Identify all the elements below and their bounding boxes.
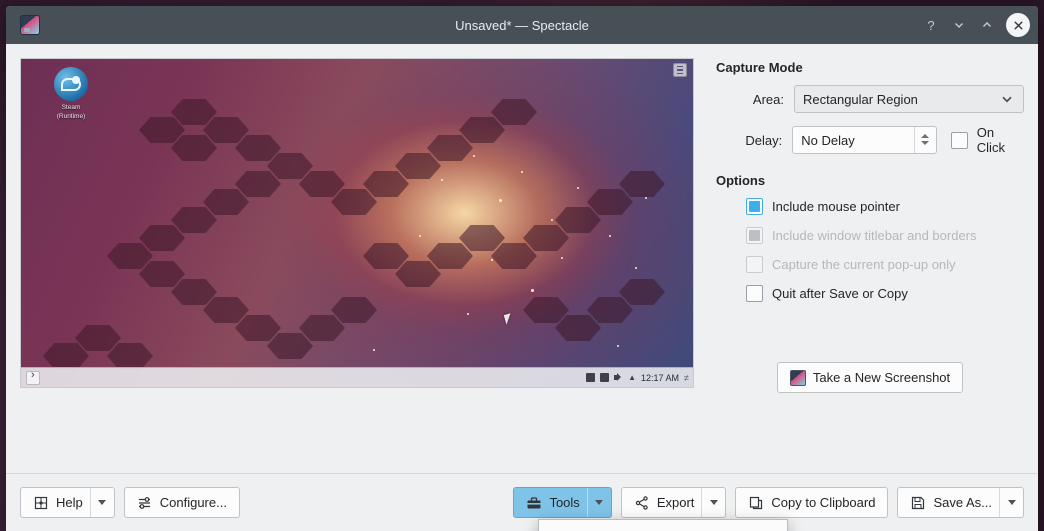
tools-button-label: Tools — [549, 495, 580, 510]
save-icon — [912, 496, 925, 509]
configure-button[interactable]: Configure... — [123, 487, 240, 518]
preview-taskbar: ▲ 12:17 AM ≠ — [21, 367, 693, 387]
preview-system-tray: ▲ 12:17 AM ≠ — [586, 372, 689, 383]
option-row[interactable]: Quit after Save or Copy — [716, 285, 1024, 302]
close-icon[interactable] — [1006, 13, 1030, 37]
on-click-label: On Click — [976, 125, 1005, 155]
export-dropdown-toggle[interactable] — [701, 488, 725, 517]
chevron-down-icon — [1007, 500, 1016, 505]
option-checkbox[interactable] — [746, 198, 763, 215]
help-button-label: Help — [56, 495, 83, 510]
sliders-icon — [138, 496, 150, 509]
stepper-down-icon[interactable] — [921, 141, 930, 146]
bottom-toolbar: Help Configure... Tools Export Copy to C… — [6, 473, 1038, 531]
settings-panel: Capture Mode Area: Rectangular Region De… — [696, 58, 1024, 463]
option-label: Capture the current pop-up only — [772, 257, 956, 272]
tools-dropdown-menu: Open Screenshots FolderPrint...Ctrl+PRec… — [538, 519, 788, 531]
option-label: Quit after Save or Copy — [772, 286, 908, 301]
window-titlebar[interactable]: Unsaved* — Spectacle ? — [6, 6, 1038, 44]
steam-icon — [54, 67, 88, 101]
window-title: Unsaved* — Spectacle — [455, 17, 589, 33]
area-row: Area: Rectangular Region — [716, 85, 1024, 113]
take-new-screenshot-label: Take a New Screenshot — [812, 370, 951, 385]
preview-column: Steam (Runtime) ▲ 12:17 AM — [20, 58, 696, 463]
capture-mode-heading: Capture Mode — [716, 60, 803, 75]
resize-handle-icon: ≠ — [684, 372, 689, 383]
application-launcher-icon — [26, 369, 40, 385]
toolbox-icon — [527, 496, 541, 508]
preview-widget-handle-icon — [673, 63, 687, 77]
delay-label: Delay: — [745, 132, 783, 148]
minimize-icon[interactable] — [946, 12, 972, 38]
maximize-icon[interactable] — [974, 12, 1000, 38]
volume-icon — [614, 373, 623, 382]
delay-stepper[interactable] — [913, 127, 936, 153]
menu-item[interactable]: Open Screenshots Folder — [539, 525, 787, 531]
save-as-label: Save As... — [933, 495, 992, 510]
help-icon[interactable]: ? — [918, 12, 944, 38]
spectacle-icon — [20, 15, 40, 35]
copy-to-clipboard-label: Copy to Clipboard — [771, 495, 876, 510]
tools-button[interactable]: Tools — [513, 487, 612, 518]
desktop-icon-label-line1: Steam — [61, 104, 81, 111]
clipboard-icon — [586, 373, 596, 382]
export-button[interactable]: Export — [620, 487, 727, 518]
share-icon — [635, 495, 648, 510]
tray-expand-icon: ▲ — [628, 373, 637, 382]
stepper-up-icon[interactable] — [921, 134, 930, 139]
window-content: Steam (Runtime) ▲ 12:17 AM — [6, 44, 1038, 463]
configure-button-label: Configure... — [159, 495, 227, 510]
options-heading: Options — [716, 173, 766, 188]
take-screenshot-row: Take a New Screenshot — [716, 362, 1024, 393]
area-label: Area: — [752, 91, 784, 107]
help-button[interactable]: Help — [20, 487, 115, 518]
option-row: Include window titlebar and borders — [716, 227, 1024, 244]
option-row: Capture the current pop-up only — [716, 256, 1024, 273]
copy-icon — [750, 496, 763, 509]
option-checkbox — [746, 256, 763, 273]
calendar-icon — [600, 373, 610, 382]
desktop-icon-label-line2: (Runtime) — [56, 112, 86, 120]
spectacle-window: Unsaved* — Spectacle ? Steam (Runtime) ›… — [6, 6, 1038, 531]
option-checkbox[interactable] — [746, 285, 763, 302]
chevron-down-icon — [595, 500, 604, 505]
on-click-checkbox[interactable] — [950, 131, 968, 149]
options-list: Include mouse pointer Include window titl… — [716, 198, 1024, 302]
copy-to-clipboard-button[interactable]: Copy to Clipboard — [735, 487, 889, 518]
window-controls: ? — [918, 12, 1030, 38]
help-book-icon — [34, 496, 48, 509]
export-button-label: Export — [656, 495, 695, 510]
tools-dropdown-toggle[interactable] — [586, 488, 611, 517]
screenshot-preview[interactable]: Steam (Runtime) ▲ 12:17 AM — [20, 58, 694, 388]
chevron-down-icon — [98, 500, 107, 505]
option-label: Include mouse pointer — [772, 199, 900, 214]
taskbar-clock: 12:17 AM — [641, 372, 680, 383]
take-new-screenshot-button[interactable]: Take a New Screenshot — [776, 362, 964, 393]
help-dropdown-toggle[interactable] — [89, 488, 114, 517]
option-label: Include window titlebar and borders — [772, 228, 977, 243]
delay-row: Delay: No Delay On Click — [716, 125, 1024, 155]
area-select[interactable]: Rectangular Region — [794, 85, 1024, 113]
delay-spinbox[interactable]: No Delay — [792, 126, 937, 154]
delay-value: No Delay — [801, 132, 855, 148]
save-as-dropdown-toggle[interactable] — [999, 488, 1023, 517]
save-as-button[interactable]: Save As... — [897, 487, 1024, 518]
option-checkbox — [746, 227, 763, 244]
option-row[interactable]: Include mouse pointer — [716, 198, 1024, 215]
spectacle-icon — [789, 369, 806, 386]
preview-desktop-icon-steam: Steam (Runtime) — [39, 67, 103, 122]
chevron-down-icon — [709, 500, 718, 505]
area-value: Rectangular Region — [803, 91, 918, 107]
chevron-down-icon — [1002, 96, 1012, 103]
